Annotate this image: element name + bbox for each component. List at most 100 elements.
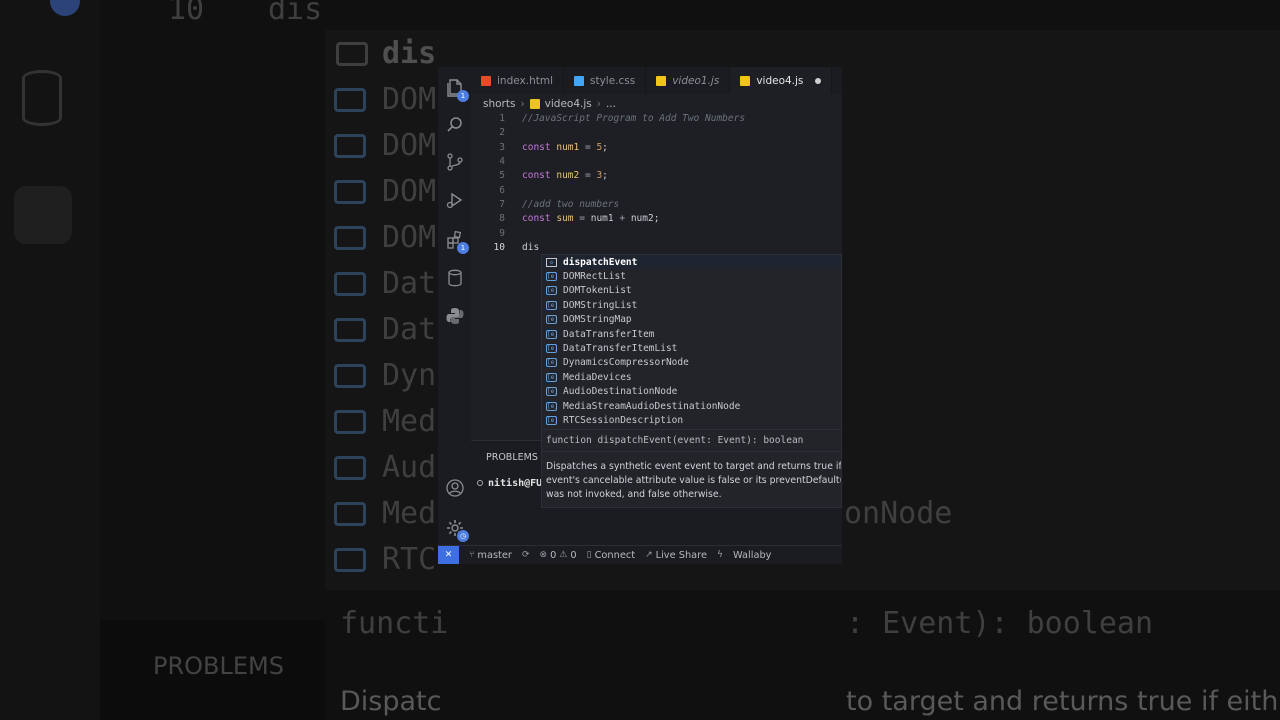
live-share-status[interactable]: ↗ Live Share [645,550,707,561]
extensions-icon[interactable]: 1 [442,227,469,254]
sync-status[interactable]: ⟳ [522,550,530,560]
error-count: 0 [550,549,557,561]
suggestion-item[interactable]: [e] DataTransferItem [542,327,841,341]
live-share-icon: ↗ [645,550,653,560]
operator: + [619,213,626,225]
tab-video1-js[interactable]: video1.js [646,67,731,94]
suggestion-item[interactable]: [e] DOMRectList [542,269,841,283]
code-line[interactable]: //add two numbers [522,198,842,212]
branch-label: master [477,549,512,561]
lightning-icon: ϟ [717,550,723,560]
status-bar: ✕ ⑂ master ⟳ ⊗ 0 ⚠ 0 ▯ Connect ↗ Live Share ϟ … [438,545,842,564]
suggestion-label: AudioDestinationNode [563,386,678,398]
line-number: 3 [499,141,505,153]
wallaby-label-item[interactable]: Wallaby [733,550,772,561]
css-file-icon [573,75,584,86]
panel-tab-problems[interactable]: PROBLEMS [486,452,538,463]
unsaved-dot-icon[interactable] [815,77,822,84]
tab-video4-js[interactable]: video4.js [730,67,833,94]
code-line[interactable] [522,184,842,198]
settings-gear-icon[interactable]: ◷ [442,515,469,542]
code-line[interactable] [522,126,842,140]
suggestion-item[interactable]: [e] DataTransferItemList [542,341,841,355]
problems-status[interactable]: ⊗ 0 ⚠ 0 [540,550,577,561]
explorer-icon[interactable]: 1 [442,75,469,102]
extensions-badge: 1 [457,242,469,254]
suggestion-label: DataTransferItem [563,328,655,340]
suggestion-label: DynamicsCompressorNode [563,357,689,369]
line-number: 9 [499,227,505,239]
code-editor[interactable]: //JavaScript Program to Add Two Numbers … [522,112,842,255]
suggestion-item[interactable]: [e] DOMTokenList [542,284,841,298]
suggestion-item[interactable]: [e] MediaDevices [542,370,841,384]
wallaby-status[interactable]: ϟ [717,550,723,560]
database-icon[interactable] [442,265,468,291]
tab-label: index.html [497,74,553,87]
suggestion-item[interactable]: [e] MediaStreamAudioDestinationNode [542,399,841,413]
js-file-icon [656,75,667,86]
chevron-right-icon: › [596,98,601,110]
hover-signature: function dispatchEvent(event: Event): bo… [541,430,842,452]
suggestion-list: ◇ dispatchEvent [e] DOMRectList [e] DOMToke… [541,254,842,430]
suggestion-item[interactable]: [e] DOMStringMap [542,313,841,327]
keyword: const [522,141,551,153]
connect-label: Connect [594,549,636,561]
suggestion-item[interactable]: [e] AudioDestinationNode [542,385,841,399]
source-control-icon[interactable] [442,149,468,175]
punct: ; [653,213,660,225]
suggestion-label: RTCSessionDescription [563,414,684,426]
connect-status[interactable]: ▯ Connect [587,550,635,561]
activity-bar: 1 1 ◷ [438,67,471,564]
account-icon[interactable] [442,475,468,501]
line-number: 2 [499,127,505,139]
code-line[interactable]: const sum = num1 + num2; [522,212,842,226]
vscode-window: 1 1 ◷ index.html style.css video1.js vid… [438,67,842,564]
hover-doc-line: event's cancelable attribute value is fa… [546,475,842,486]
suggestion-item[interactable]: [e] RTCSessionDescription [542,413,841,427]
breadcrumb: shorts › video4.js › ... [483,96,616,112]
suggestion-item[interactable]: ◇ dispatchEvent [542,255,841,270]
keyword: const [522,170,551,182]
branch-status[interactable]: ⑂ master [469,550,512,561]
breadcrumb-more[interactable]: ... [606,98,616,110]
code-line[interactable]: const num1 = 5; [522,141,842,155]
line-number: 5 [499,170,505,182]
settings-clock-icon: ◷ [457,530,469,542]
tab-index-html[interactable]: index.html [471,67,564,94]
suggestion-label: DOMStringList [563,299,638,311]
remote-icon[interactable]: ✕ [438,545,459,564]
comment: //JavaScript Program to Add Two Numbers [522,113,746,124]
code-line[interactable]: //JavaScript Program to Add Two Numbers [522,112,842,126]
method-cube-icon: ◇ [546,257,557,267]
terminal-line: nitish@FUL [477,478,548,489]
run-debug-icon[interactable] [442,187,468,213]
breadcrumb-file[interactable]: video4.js [545,98,592,110]
line-number-gutter: 1 2 3 4 5 6 7 8 9 10 [483,112,505,255]
line-number-current: 10 [493,241,505,253]
code-line[interactable] [522,227,842,241]
variable: num1 [556,141,580,153]
search-icon[interactable] [442,112,468,138]
operator: = [584,141,591,153]
tab-label: style.css [589,74,636,87]
variable-icon: [e] [546,372,558,382]
code-line[interactable]: const num2 = 3; [522,169,842,183]
suggestion-item[interactable]: [e] DynamicsCompressorNode [542,356,841,370]
code-line[interactable] [522,155,842,169]
suggestion-item[interactable]: [e] DOMStringList [542,298,841,312]
suggestion-label: MediaStreamAudioDestinationNode [563,400,741,412]
suggestion-label: DOMStringMap [563,314,632,326]
python-icon[interactable] [442,303,468,329]
identifier: num1 [590,213,614,225]
line-number: 1 [499,113,505,124]
database-small-icon: ▯ [586,550,592,560]
variable: num2 [556,170,580,182]
suggestion-label: dispatchEvent [563,256,638,268]
variable-icon: [e] [546,415,558,425]
breadcrumb-folder[interactable]: shorts [483,98,515,110]
circle-icon [477,480,483,486]
tab-style-css[interactable]: style.css [564,67,647,94]
sync-icon: ⟳ [521,550,530,560]
variable-icon: [e] [546,329,558,339]
variable-icon: [e] [546,401,558,411]
